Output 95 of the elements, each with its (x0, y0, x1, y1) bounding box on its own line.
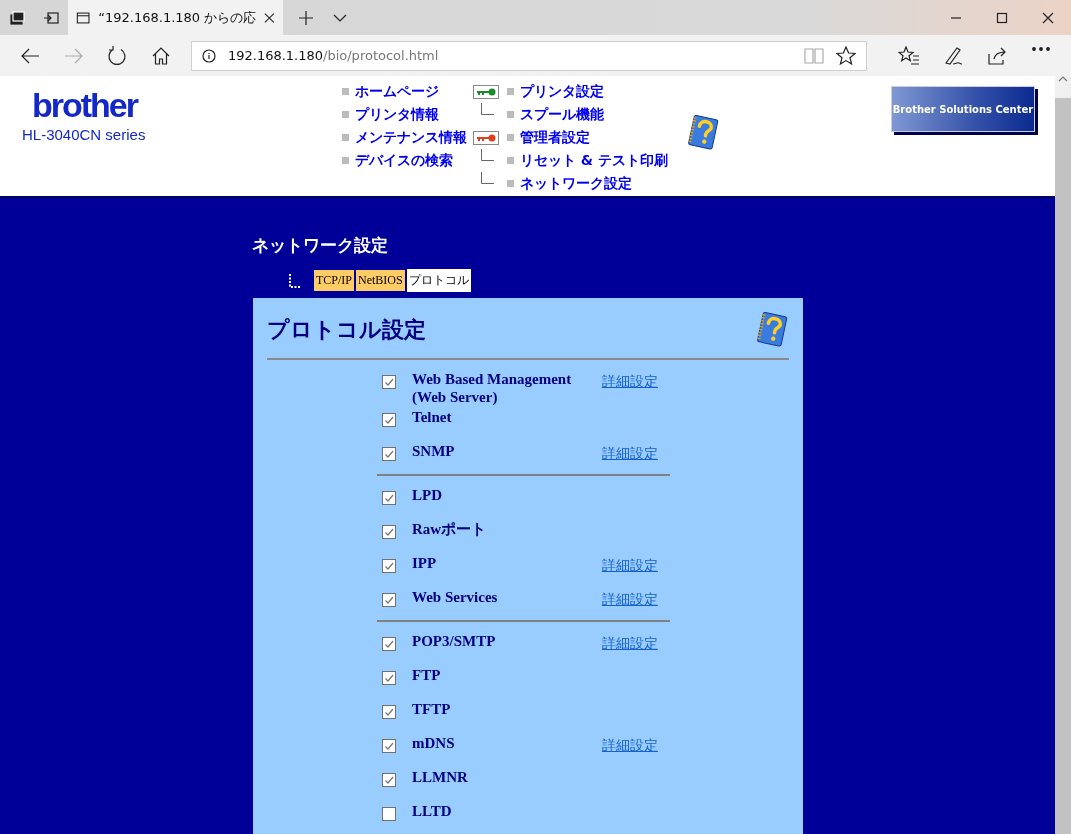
new-tab-icon[interactable] (298, 9, 314, 26)
tree-connector-icon (481, 149, 494, 161)
refresh-icon[interactable] (107, 45, 128, 66)
maximize-icon[interactable] (996, 11, 1008, 24)
bullet-icon (342, 88, 349, 95)
check-icon (384, 493, 394, 503)
check-icon (384, 673, 394, 683)
checkbox[interactable] (382, 739, 396, 753)
checkbox[interactable] (382, 447, 396, 461)
nav-link[interactable]: メンテナンス情報 (355, 128, 467, 147)
close-icon[interactable] (1042, 11, 1054, 24)
set-aside-tabs-icon[interactable] (43, 9, 59, 26)
detail-settings-link[interactable]: 詳細設定 (602, 373, 658, 391)
url-text: 192.168.1.180/bio/protocol.html (227, 48, 440, 63)
scrollbar[interactable] (1055, 76, 1071, 834)
panel-title: プロトコル設定 (267, 316, 426, 344)
protocol-label: LLMNR (412, 768, 469, 786)
checkbox[interactable] (382, 375, 396, 389)
tree-connector-icon (288, 272, 302, 289)
nav-link[interactable]: プリンタ情報 (355, 105, 439, 124)
checkbox[interactable] (382, 491, 396, 505)
breadcrumb-tab[interactable]: NetBIOS (356, 270, 405, 291)
address-bar[interactable]: 192.168.1.180/bio/protocol.html (190, 40, 867, 71)
nav-link[interactable]: ネットワーク設定 (520, 174, 632, 193)
tab-title: “192.168.1.180 からの応 (98, 8, 257, 27)
checkbox[interactable] (382, 671, 396, 685)
checkbox[interactable] (382, 413, 396, 427)
checkbox[interactable] (382, 773, 396, 787)
bullet-icon (507, 180, 514, 187)
checkbox[interactable] (382, 807, 396, 821)
protocol-label: LLTD (412, 802, 453, 820)
check-icon (384, 527, 394, 537)
check-icon (384, 561, 394, 571)
check-icon (384, 707, 394, 717)
protocol-label: Rawポート (412, 520, 488, 538)
close-icon[interactable] (264, 11, 275, 24)
pen-icon[interactable] (943, 45, 963, 66)
bullet-icon (507, 88, 514, 95)
protocol-label: POP3/SMTP (412, 632, 497, 650)
protocol-label: LPD (412, 486, 443, 504)
detail-settings-link[interactable]: 詳細設定 (602, 557, 658, 575)
home-icon[interactable] (151, 45, 172, 66)
bullet-icon (342, 157, 349, 164)
brand-logo: brother (32, 88, 139, 122)
detail-settings-link[interactable]: 詳細設定 (602, 445, 658, 463)
detail-settings-link[interactable]: 詳細設定 (602, 737, 658, 755)
check-icon (384, 449, 394, 459)
bullet-icon (342, 111, 349, 118)
check-icon (384, 639, 394, 649)
tree-connector-icon (481, 172, 494, 184)
bullet-icon (342, 134, 349, 141)
nav-link[interactable]: ホームページ (355, 82, 439, 101)
scroll-up-icon[interactable] (1058, 76, 1068, 82)
nav-link[interactable]: スプール機能 (520, 105, 604, 124)
detail-settings-link[interactable]: 詳細設定 (602, 635, 658, 653)
protocol-label: mDNS (412, 734, 456, 752)
nav-link[interactable]: リセット & テスト印刷 (520, 151, 668, 170)
check-icon (384, 595, 394, 605)
info-icon[interactable] (201, 48, 216, 63)
tree-connector-icon (481, 103, 494, 115)
favorites-icon[interactable] (898, 45, 920, 66)
protocol-label: IPP (412, 554, 438, 572)
check-icon (384, 741, 394, 751)
nav-link[interactable]: デバイスの検索 (355, 151, 453, 170)
protocol-label: Telnet (412, 408, 453, 426)
more-icon[interactable] (1031, 45, 1051, 52)
nav-link[interactable]: プリンタ設定 (520, 82, 604, 101)
page-icon (76, 9, 91, 26)
star-icon[interactable] (836, 45, 856, 66)
detail-settings-link[interactable]: 詳細設定 (602, 591, 658, 609)
model-name: HL-3040CN series (22, 126, 147, 143)
checkbox[interactable] (382, 559, 396, 573)
check-icon (384, 377, 394, 387)
protocol-label: SNMP (412, 442, 456, 460)
checkbox[interactable] (382, 705, 396, 719)
check-icon (384, 415, 394, 425)
breadcrumb-tab[interactable]: TCP/IP (314, 270, 354, 291)
bullet-icon (507, 157, 514, 164)
breadcrumb-tab[interactable]: プロトコル (406, 269, 471, 292)
section-title: ネットワーク設定 (251, 234, 389, 257)
check-icon (384, 775, 394, 785)
solutions-center-banner[interactable]: Brother Solutions Center (891, 86, 1035, 132)
bullet-icon (507, 111, 514, 118)
browser-tab[interactable]: “192.168.1.180 からの応 (68, 0, 283, 35)
checkbox[interactable] (382, 593, 396, 607)
checkbox[interactable] (382, 525, 396, 539)
bullet-icon (507, 134, 514, 141)
protocol-label: Web Based Management (Web Server) (412, 370, 573, 406)
protocol-label: FTP (412, 666, 442, 684)
protocol-label: Web Services (412, 588, 499, 606)
tabs-icon[interactable] (9, 9, 25, 26)
nav-link[interactable]: 管理者設定 (520, 128, 590, 147)
protocol-label: TFTP (412, 700, 452, 718)
share-icon[interactable] (987, 45, 1007, 66)
checkbox[interactable] (382, 637, 396, 651)
